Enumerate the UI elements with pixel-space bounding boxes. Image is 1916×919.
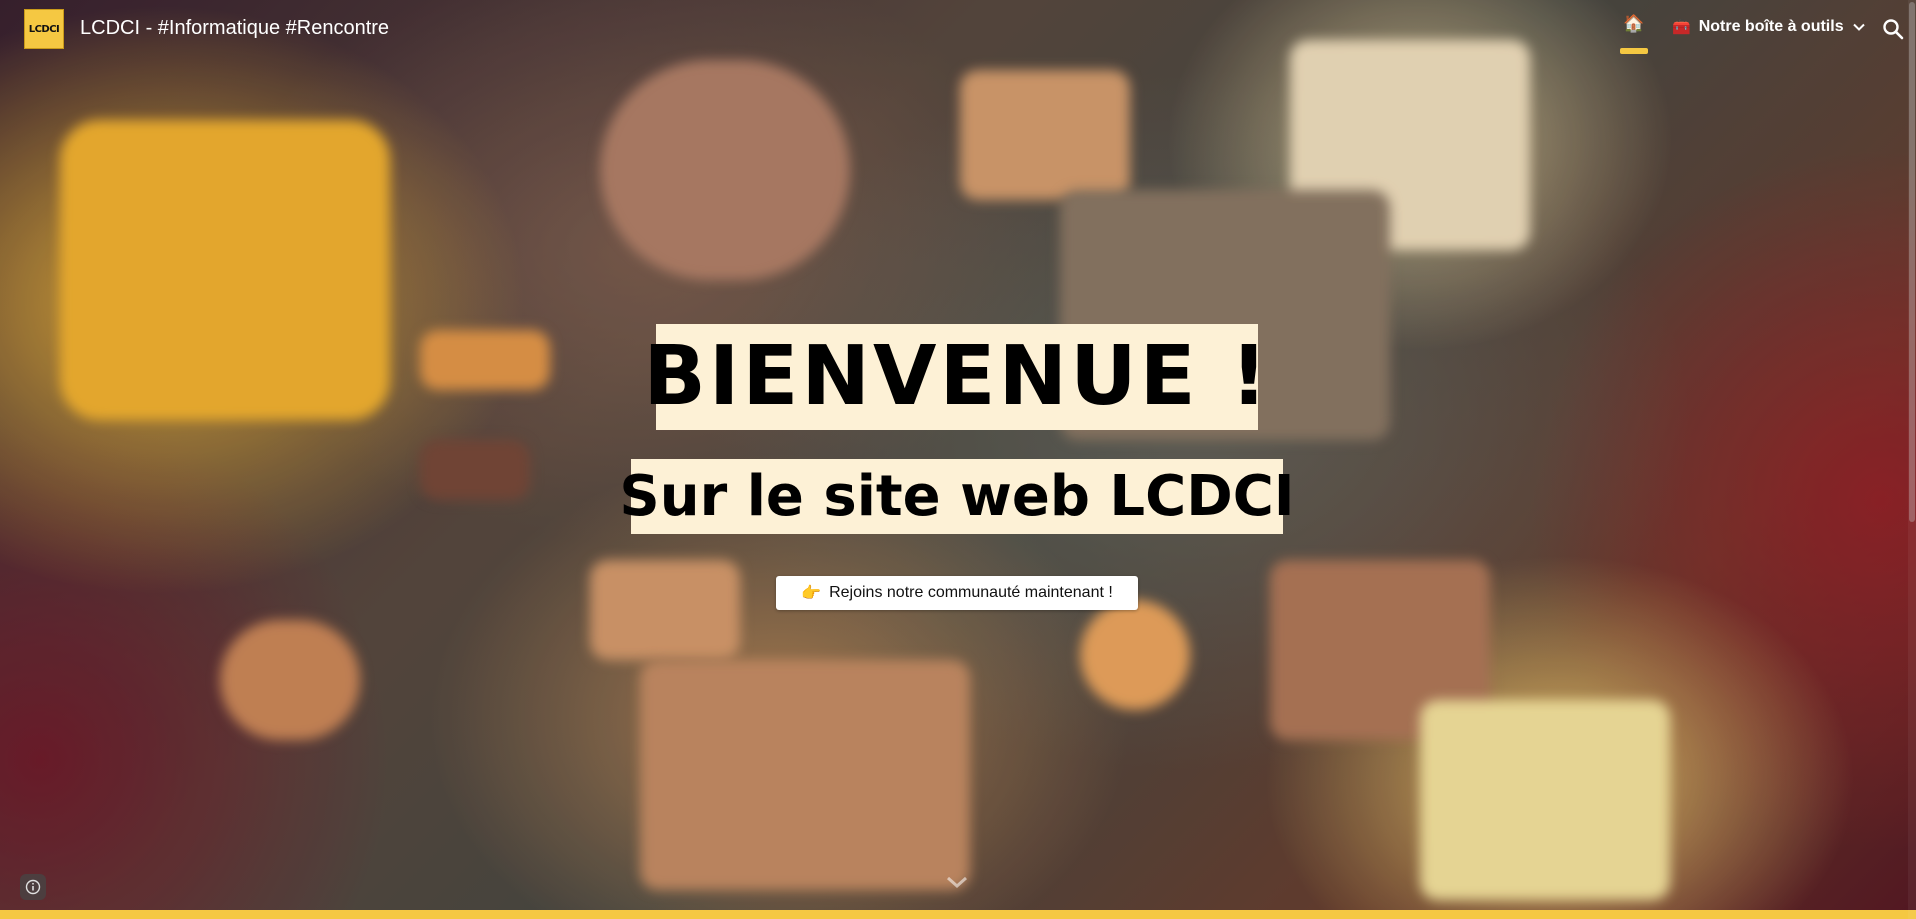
site-title[interactable]: LCDCI - #Informatique #Rencontre (80, 17, 389, 40)
search-icon[interactable] (1882, 18, 1904, 40)
logo-text: LCDCI (28, 23, 60, 35)
chevron-down-icon (1852, 23, 1865, 31)
toolbox-icon: 🧰 (1672, 19, 1691, 36)
hero-title-highlight: BIENVENUE ! (643, 324, 1268, 430)
chevron-down-icon[interactable] (944, 872, 970, 892)
active-nav-indicator (1620, 48, 1648, 54)
site-header: LCDCI LCDCI - #Informatique #Rencontre 🏠… (0, 0, 1916, 58)
hero-subtitle-highlight: Sur le site web LCDCI (619, 459, 1295, 534)
nav-item-toolbox-label: Notre boîte à outils (1698, 18, 1844, 35)
page: LCDCI LCDCI - #Informatique #Rencontre 🏠… (0, 0, 1916, 919)
pointing-right-icon: 👉 (801, 585, 822, 602)
nav-item-toolbox[interactable]: 🧰 Notre boîte à outils (1672, 18, 1866, 36)
bottom-accent-bar (0, 910, 1916, 919)
scrollbar-thumb[interactable] (1909, 2, 1915, 522)
hero-subtitle: Sur le site web LCDCI (619, 463, 1295, 529)
site-logo[interactable]: LCDCI (24, 9, 64, 49)
hero-title: BIENVENUE ! (643, 329, 1271, 424)
hero-section: BIENVENUE ! Sur le site web LCDCI 👉 Rejo… (0, 0, 1916, 919)
home-icon: 🏠 (1623, 14, 1645, 33)
join-community-label: Rejoins notre communauté maintenant ! (829, 584, 1113, 601)
page-scrollbar[interactable] (1908, 0, 1916, 919)
join-community-button[interactable]: 👉 Rejoins notre communauté maintenant ! (776, 576, 1138, 610)
nav-item-home[interactable]: 🏠 (1620, 14, 1648, 54)
